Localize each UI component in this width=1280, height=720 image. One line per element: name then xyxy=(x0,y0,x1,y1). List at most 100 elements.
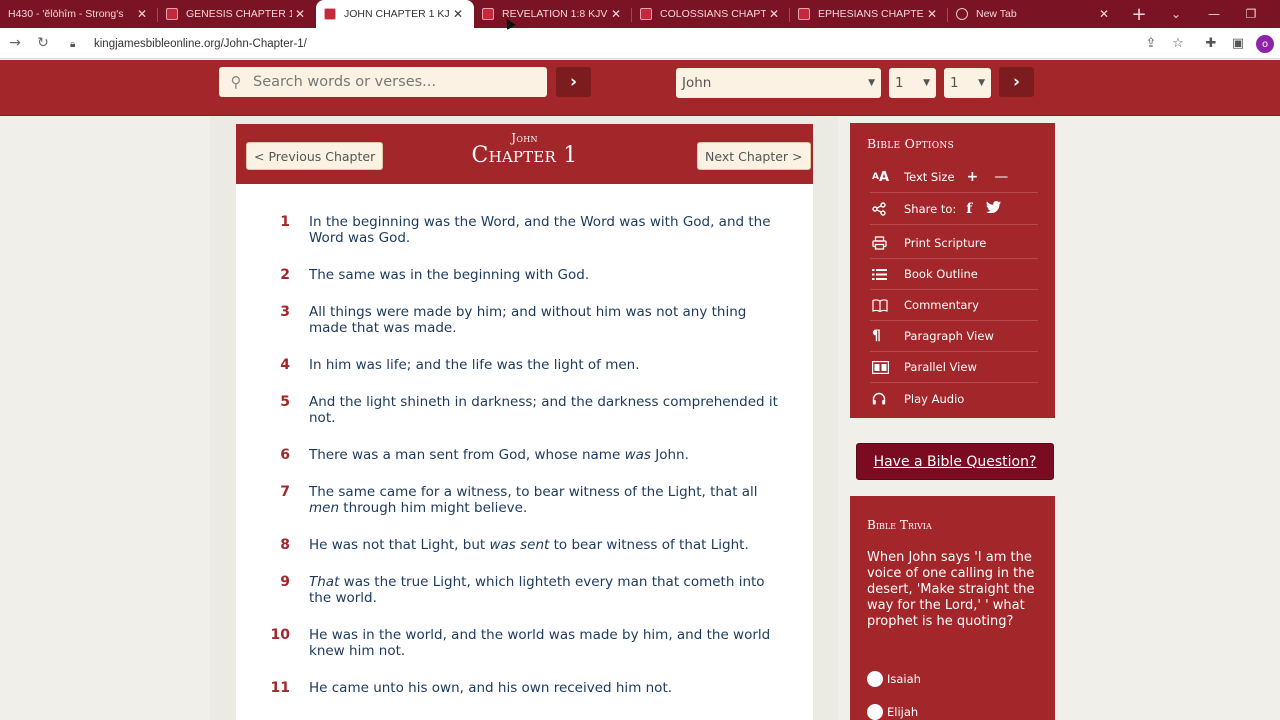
text-size-row: AA Text Size + — xyxy=(870,162,1038,193)
paragraph-icon: ¶ xyxy=(872,328,881,344)
commentary-link[interactable]: Commentary xyxy=(870,290,1038,321)
url-field[interactable]: 🔒︎ kingjamesbibleonline.org/John-Chapter… xyxy=(62,31,1112,56)
browser-tab[interactable]: REVELATION 1:8 KJV "I am ✕ xyxy=(474,0,632,28)
browser-tab[interactable]: New Tab ✕ xyxy=(948,0,1120,28)
share-row: Share to: f xyxy=(870,194,1038,225)
print-scripture-link[interactable]: Print Scripture xyxy=(870,228,1038,259)
print-scripture-label: Print Scripture xyxy=(904,236,987,250)
text-size-icon: AA xyxy=(872,169,890,185)
caret-down-icon: ▼ xyxy=(923,78,930,88)
commentary-label: Commentary xyxy=(904,298,979,312)
browser-tab[interactable]: GENESIS CHAPTER 1 KJV ✕ xyxy=(158,0,316,28)
verse-number[interactable]: 8 xyxy=(270,537,290,553)
browser-tab-strip: H430 - 'ĕlōhîm - Strong's ✕ GENESIS CHAP… xyxy=(0,0,1280,28)
book-select[interactable]: John ▼ xyxy=(676,68,881,98)
verse-number[interactable]: 5 xyxy=(270,394,290,410)
paragraph-view-label: Paragraph View xyxy=(904,329,994,343)
close-tab-icon[interactable]: ✕ xyxy=(924,7,940,21)
bible-favicon-icon xyxy=(324,8,336,20)
radio-button[interactable] xyxy=(867,704,883,720)
decrease-text-size-button[interactable]: — xyxy=(994,169,1008,185)
open-book-icon xyxy=(870,298,904,312)
bible-question-button[interactable]: Have a Bible Question? xyxy=(856,443,1054,480)
share-icon xyxy=(870,202,904,216)
verse-text: He was in the world, and the world was m… xyxy=(309,627,771,659)
verse-number[interactable]: 9 xyxy=(270,574,290,590)
verse-number[interactable]: 3 xyxy=(270,304,290,320)
verse-text: In the beginning was the Word, and the W… xyxy=(309,214,771,246)
close-tab-icon[interactable]: ✕ xyxy=(1096,7,1112,21)
search-placeholder: Search words or verses... xyxy=(253,74,436,90)
verse-text: The same came for a witness, to bear wit… xyxy=(309,484,758,516)
go-button[interactable]: › xyxy=(999,67,1034,97)
share-page-icon[interactable]: ⇪ xyxy=(1138,31,1164,56)
browser-tab-active[interactable]: JOHN CHAPTER 1 KJV ✕ xyxy=(316,0,474,28)
close-tab-icon[interactable]: ✕ xyxy=(450,7,466,21)
verse-text: There was a man sent from God, whose nam… xyxy=(309,447,689,463)
bookmark-star-icon[interactable]: ☆ xyxy=(1165,31,1191,56)
verse-number[interactable]: 7 xyxy=(270,484,290,500)
trivia-question: When John says 'I am the voice of one ca… xyxy=(867,550,1035,629)
new-tab-button[interactable]: + xyxy=(1124,0,1154,28)
play-audio-label: Play Audio xyxy=(904,391,965,406)
bible-favicon-icon xyxy=(482,8,494,20)
lock-icon: 🔒︎ xyxy=(70,38,76,50)
book-outline-label: Book Outline xyxy=(904,267,978,281)
close-tab-icon[interactable]: ✕ xyxy=(292,7,308,21)
parallel-columns-icon xyxy=(870,360,904,374)
search-input[interactable]: ⚲ Search words or verses... xyxy=(219,67,547,97)
increase-text-size-button[interactable]: + xyxy=(967,169,979,185)
sidebar-icon[interactable]: ▣ xyxy=(1225,31,1251,56)
browser-tab[interactable]: COLOSSIANS CHAPTER 1 ✕ xyxy=(632,0,790,28)
parallel-view-link[interactable]: Parallel View xyxy=(870,352,1038,383)
minimize-button[interactable]: — xyxy=(1196,0,1232,28)
close-tab-icon[interactable]: ✕ xyxy=(608,7,624,21)
tab-title: COLOSSIANS CHAPTER 1 xyxy=(660,8,766,20)
verse-number[interactable]: 11 xyxy=(270,680,290,696)
twitter-icon[interactable] xyxy=(986,201,1002,217)
close-tab-icon[interactable]: ✕ xyxy=(766,7,782,21)
trivia-option-label: Isaiah xyxy=(887,672,921,686)
forward-icon[interactable]: → xyxy=(1,29,29,57)
browser-tab[interactable]: H430 - 'ĕlōhîm - Strong's ✕ xyxy=(0,0,158,28)
search-submit-button[interactable]: › xyxy=(556,67,591,97)
verse-number[interactable]: 6 xyxy=(270,447,290,463)
verse-number[interactable]: 10 xyxy=(270,627,290,643)
verse-select-value: 1 xyxy=(950,75,959,91)
browser-tab[interactable]: EPHESIANS CHAPTER 3 ✕ xyxy=(790,0,948,28)
chapter-select[interactable]: 1 ▼ xyxy=(889,68,936,98)
bible-trivia-panel: Bible Trivia When John says 'I am the vo… xyxy=(850,496,1055,720)
verse-number[interactable]: 2 xyxy=(270,267,290,283)
tab-search-icon[interactable]: ⌄ xyxy=(1158,0,1194,28)
verse-number[interactable]: 4 xyxy=(270,357,290,373)
book-outline-link[interactable]: Book Outline xyxy=(870,259,1038,290)
trivia-option[interactable]: Isaiah xyxy=(867,671,921,687)
restore-button[interactable]: ❐ xyxy=(1233,0,1269,28)
bible-trivia-title: Bible Trivia xyxy=(867,518,932,532)
extensions-icon[interactable]: ✚ xyxy=(1198,31,1224,56)
chevron-right-icon: › xyxy=(569,72,577,92)
profile-avatar[interactable]: o xyxy=(1256,35,1274,53)
search-icon: ⚲ xyxy=(230,73,242,91)
reload-icon[interactable]: ↻ xyxy=(29,29,57,57)
text-size-label: Text Size xyxy=(904,170,955,184)
list-icon xyxy=(870,268,904,281)
caret-down-icon: ▼ xyxy=(978,78,985,88)
chapter-select-value: 1 xyxy=(895,75,904,91)
next-chapter-button[interactable]: Next Chapter > xyxy=(697,142,811,170)
verse-select[interactable]: 1 ▼ xyxy=(944,68,991,98)
address-bar: → ↻ 🔒︎ kingjamesbibleonline.org/John-Cha… xyxy=(0,28,1280,59)
bible-favicon-icon xyxy=(166,8,178,20)
headphones-icon xyxy=(870,392,904,405)
verse-number[interactable]: 1 xyxy=(270,214,290,230)
radio-button[interactable] xyxy=(867,671,883,687)
play-audio-link[interactable]: Play Audio xyxy=(870,383,1038,414)
close-tab-icon[interactable]: ✕ xyxy=(134,7,150,21)
tab-title: New Tab xyxy=(976,8,1017,20)
paragraph-view-link[interactable]: ¶ Paragraph View xyxy=(870,321,1038,352)
facebook-icon[interactable]: f xyxy=(966,201,972,217)
trivia-option[interactable]: Elijah xyxy=(867,704,918,720)
bible-options-title: Bible Options xyxy=(867,136,955,151)
book-select-value: John xyxy=(682,75,712,91)
share-to-label: Share to: xyxy=(904,202,957,216)
